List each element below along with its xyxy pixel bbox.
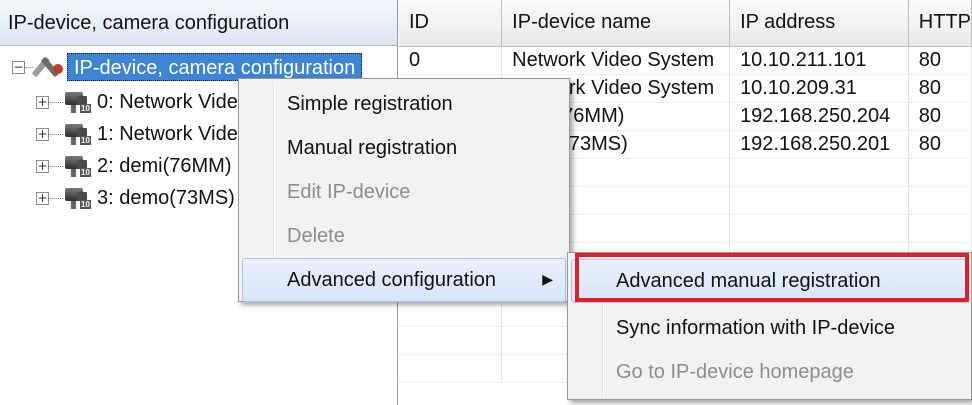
- tree-panel-header: IP-device, camera configuration: [0, 0, 397, 46]
- cell-http: 80: [908, 102, 972, 131]
- cell-ip-address: 192.168.250.201: [729, 130, 909, 159]
- tools-icon: [31, 54, 65, 80]
- expand-toggle-icon[interactable]: +: [36, 159, 49, 173]
- cell-http: 80: [908, 46, 972, 75]
- cell-ip-address: 10.10.211.101: [729, 46, 909, 75]
- cell-id: 0: [399, 46, 503, 75]
- menu-item-label: Delete: [287, 225, 345, 247]
- menu-item-manual-registration[interactable]: Manual registration: [242, 126, 566, 170]
- menu-item-label: Go to IP-device homepage: [616, 361, 854, 383]
- menu-item-simple-registration[interactable]: Simple registration: [242, 82, 566, 126]
- tree-item-device-3[interactable]: + 10 3: demo(73MS): [36, 183, 235, 213]
- tree-item-label[interactable]: 3: demo(73MS): [97, 187, 235, 210]
- camera-icon: 10: [63, 154, 93, 178]
- expand-toggle-icon[interactable]: +: [36, 95, 49, 109]
- context-menu: Simple registration Manual registration …: [238, 78, 570, 302]
- menu-item-label: Advanced configuration: [287, 269, 497, 291]
- tree-connector: [49, 165, 63, 167]
- menu-item-go-to-homepage[interactable]: Go to IP-device homepage: [571, 350, 968, 394]
- submenu-arrow-icon: ▶: [542, 272, 553, 288]
- camera-icon: 10: [63, 90, 93, 114]
- menu-item-sync-information[interactable]: Sync information with IP-device: [571, 306, 968, 350]
- cell-device-name: Network Video System: [501, 46, 731, 75]
- cell-ip-address: 192.168.250.204: [729, 102, 909, 131]
- cell-http: 80: [908, 130, 972, 159]
- menu-item-label: Edit IP-device: [287, 181, 411, 203]
- column-header-device-name[interactable]: IP-device name: [501, 0, 731, 47]
- menu-item-label: Sync information with IP-device: [616, 317, 896, 339]
- expand-toggle-icon[interactable]: +: [36, 127, 49, 141]
- table-row[interactable]: 0 Network Video System 10.10.211.101 80: [399, 46, 972, 75]
- tree-connector: [25, 66, 33, 68]
- menu-item-label: Simple registration: [287, 93, 453, 115]
- tree-connector: [49, 101, 63, 103]
- tree-item-label[interactable]: 2: demi(76MM): [97, 155, 231, 178]
- menu-item-delete[interactable]: Delete: [242, 214, 566, 258]
- column-header-ip-address[interactable]: IP address: [729, 0, 909, 47]
- column-header-http[interactable]: HTTP: [908, 0, 972, 47]
- tree-connector: [49, 197, 63, 199]
- column-header-id[interactable]: ID: [399, 0, 503, 47]
- tree-item-device-2[interactable]: + 10 2: demi(76MM): [36, 151, 231, 181]
- menu-item-edit-ip-device[interactable]: Edit IP-device: [242, 170, 566, 214]
- annotation-highlight-box: [575, 253, 969, 302]
- collapse-toggle-icon[interactable]: −: [12, 60, 25, 74]
- expand-toggle-icon[interactable]: +: [36, 191, 49, 205]
- camera-icon: 10: [63, 122, 93, 146]
- table-header-row: ID IP-device name IP address HTTP: [399, 0, 972, 47]
- tree-root-label[interactable]: IP-device, camera configuration: [67, 53, 363, 81]
- tree-connector: [49, 133, 63, 135]
- cell-ip-address: 10.10.209.31: [729, 74, 909, 103]
- cell-http: 80: [908, 74, 972, 103]
- camera-icon: 10: [63, 186, 93, 210]
- menu-item-advanced-configuration[interactable]: Advanced configuration ▶: [242, 258, 566, 302]
- menu-item-label: Manual registration: [287, 137, 458, 159]
